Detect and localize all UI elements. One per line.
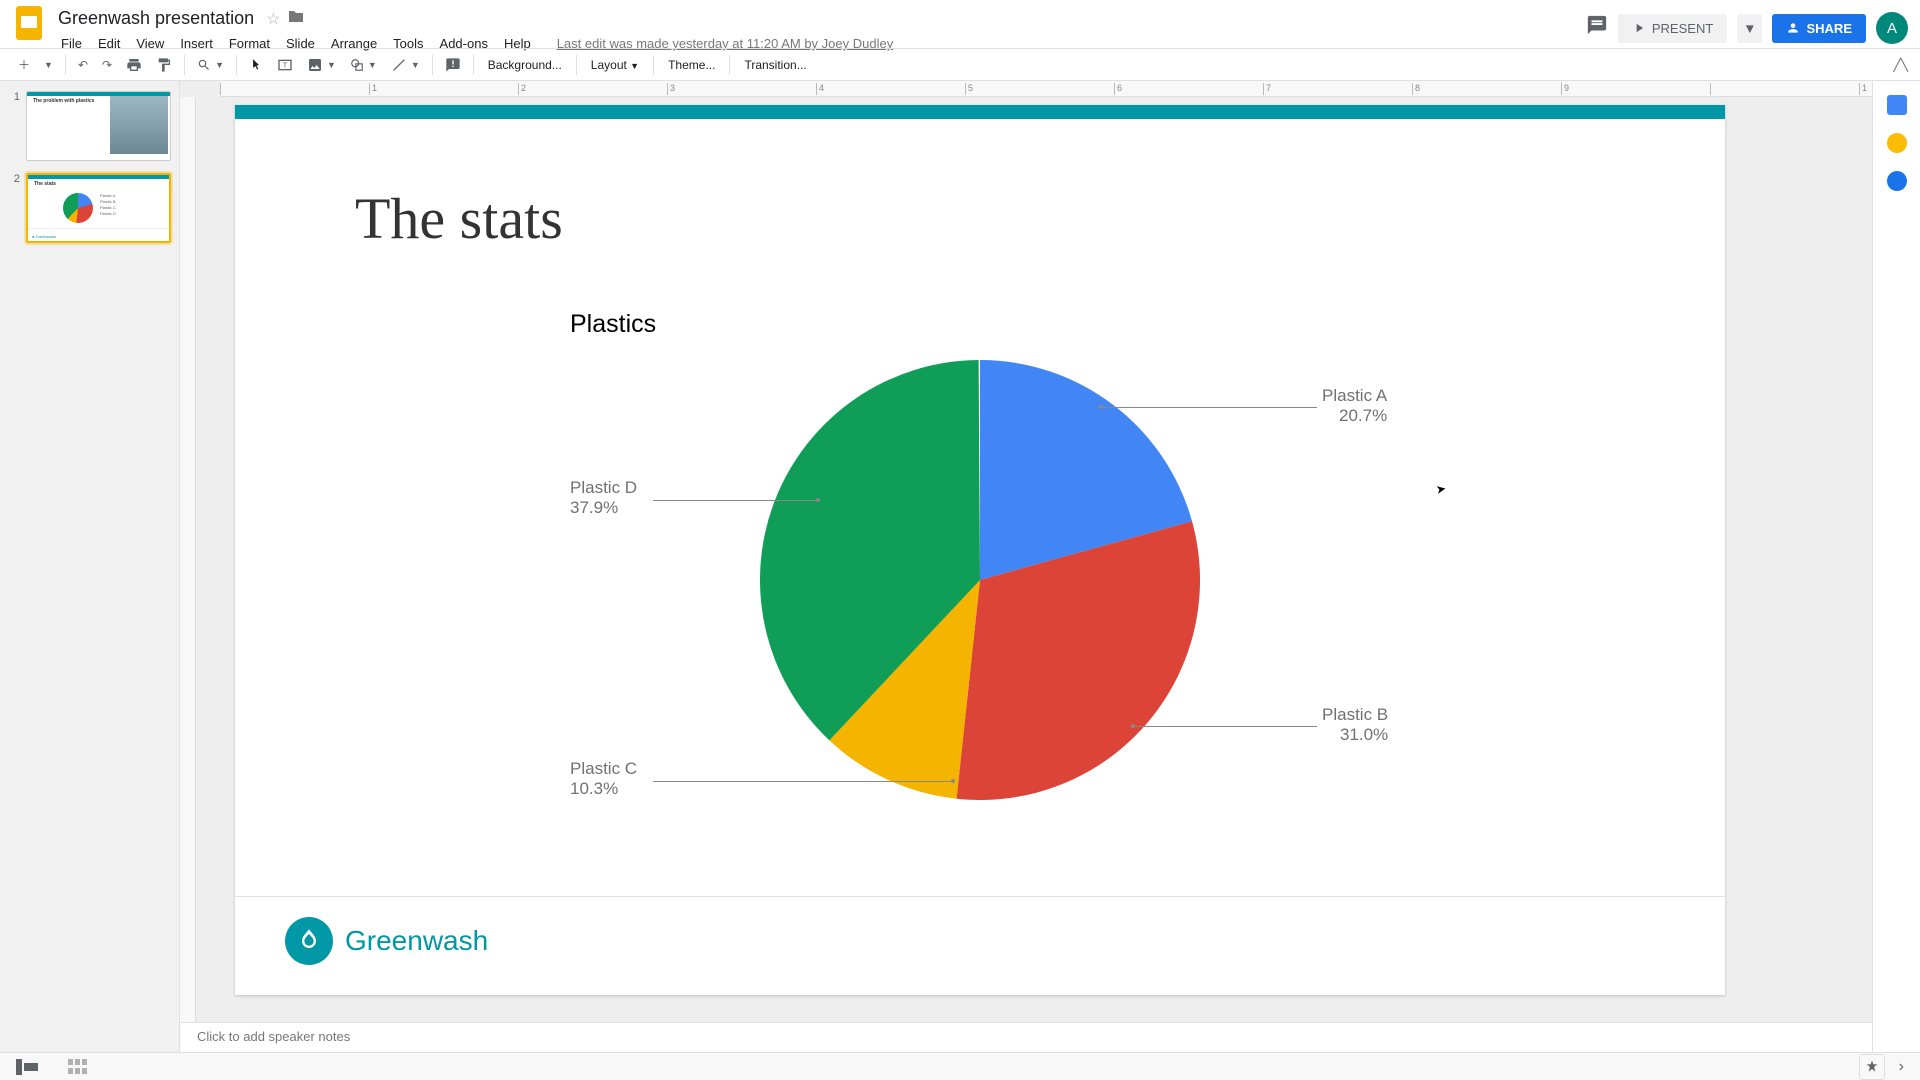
- filmstrip-view-icon[interactable]: [16, 1059, 38, 1075]
- leader-line: [1133, 726, 1317, 727]
- leader-dot: [1131, 724, 1135, 728]
- toolbar: ＋ ▼ ↶ ↷ ▼ T ▼ ▼ ▼ Background... Layout ▼…: [0, 48, 1920, 81]
- zoom-button[interactable]: ▼: [191, 54, 230, 76]
- thumbnail-rail[interactable]: 1 The problem with plastics 2 The stats …: [0, 81, 180, 1052]
- separator: [184, 55, 185, 75]
- new-slide-dropdown[interactable]: ▼: [38, 56, 59, 74]
- grid-view-icon[interactable]: [68, 1059, 90, 1075]
- brand-logo-icon: [285, 917, 333, 965]
- mini-brand: ● Greenwash: [32, 234, 56, 239]
- thumbnail-slide-2[interactable]: The stats Plastic APlastic BPlastic CPla…: [26, 173, 171, 243]
- tasks-addon-icon[interactable]: [1887, 171, 1907, 191]
- separator: [473, 55, 474, 75]
- slide-title[interactable]: The stats: [355, 185, 563, 252]
- pie-chart[interactable]: [760, 360, 1200, 800]
- paint-format-button[interactable]: [150, 53, 178, 77]
- separator: [653, 55, 654, 75]
- speaker-notes[interactable]: Click to add speaker notes: [181, 1022, 1872, 1052]
- explore-button[interactable]: [1859, 1054, 1885, 1080]
- move-folder-icon[interactable]: [288, 9, 304, 28]
- pie-label-c: Plastic C10.3%: [570, 759, 637, 799]
- calendar-addon-icon[interactable]: [1887, 95, 1907, 115]
- separator: [65, 55, 66, 75]
- theme-button[interactable]: Theme...: [660, 54, 723, 76]
- pie-label-b: Plastic B31.0%: [1322, 705, 1388, 745]
- brand-name: Greenwash: [345, 925, 488, 957]
- present-label: PRESENT: [1652, 21, 1713, 36]
- leader-line: [1101, 407, 1317, 408]
- separator: [729, 55, 730, 75]
- separator: [432, 55, 433, 75]
- pie-label-a: Plastic A20.7%: [1322, 386, 1387, 426]
- mini-image: [110, 96, 168, 154]
- bottom-bar: ›: [0, 1052, 1920, 1080]
- comments-icon[interactable]: [1586, 14, 1608, 42]
- leader-dot: [951, 779, 955, 783]
- doc-title[interactable]: Greenwash presentation: [54, 6, 258, 31]
- pie-label-d: Plastic D37.9%: [570, 478, 637, 518]
- share-label: SHARE: [1806, 21, 1852, 36]
- brand-footer: Greenwash: [235, 896, 1725, 985]
- keep-addon-icon[interactable]: [1887, 133, 1907, 153]
- transition-button[interactable]: Transition...: [736, 54, 814, 76]
- slide-accent-bar: [235, 105, 1725, 119]
- svg-text:T: T: [283, 60, 288, 69]
- textbox-tool[interactable]: T: [271, 53, 299, 77]
- new-slide-button[interactable]: ＋: [12, 52, 36, 77]
- side-panel-toggle-icon[interactable]: ›: [1899, 1058, 1904, 1076]
- mini-title: The problem with plastics: [33, 98, 94, 104]
- slides-app-icon[interactable]: [12, 6, 46, 40]
- chart-title[interactable]: Plastics: [570, 310, 656, 339]
- select-tool[interactable]: [243, 54, 269, 76]
- present-button[interactable]: PRESENT: [1618, 14, 1727, 43]
- mini-pie-icon: [63, 193, 93, 223]
- background-button[interactable]: Background...: [480, 54, 570, 76]
- star-icon[interactable]: ☆: [266, 9, 280, 29]
- line-tool[interactable]: ▼: [385, 53, 426, 77]
- print-button[interactable]: [120, 53, 148, 77]
- layout-button[interactable]: Layout ▼: [583, 54, 647, 76]
- shape-tool[interactable]: ▼: [344, 54, 383, 76]
- leader-line: [653, 500, 818, 501]
- leader-line: [653, 781, 953, 782]
- side-panel-rail: [1872, 81, 1920, 1052]
- share-button[interactable]: SHARE: [1772, 14, 1866, 43]
- collapse-toolbar-icon[interactable]: ╱╲: [1894, 58, 1908, 72]
- undo-button[interactable]: ↶: [72, 54, 94, 76]
- canvas-area[interactable]: 1234567891 The stats Plastics Plastic A2…: [180, 81, 1872, 1052]
- redo-button[interactable]: ↷: [96, 54, 118, 76]
- leader-dot: [816, 498, 820, 502]
- separator: [236, 55, 237, 75]
- mini-legend: Plastic APlastic BPlastic CPlastic D: [100, 193, 116, 217]
- thumb-number: 1: [8, 91, 20, 161]
- leader-dot: [1099, 405, 1103, 409]
- image-tool[interactable]: ▼: [301, 53, 342, 77]
- slide-canvas[interactable]: The stats Plastics Plastic A20.7% Plasti…: [235, 105, 1725, 995]
- separator: [576, 55, 577, 75]
- thumb-number: 2: [8, 173, 20, 243]
- comment-tool[interactable]: [439, 53, 467, 77]
- horizontal-ruler: 1234567891: [220, 81, 1872, 97]
- account-avatar[interactable]: A: [1876, 12, 1908, 44]
- mini-title: The stats: [34, 181, 56, 187]
- thumbnail-slide-1[interactable]: The problem with plastics: [26, 91, 171, 161]
- vertical-ruler: [180, 97, 196, 1052]
- present-dropdown[interactable]: ▼: [1737, 14, 1762, 43]
